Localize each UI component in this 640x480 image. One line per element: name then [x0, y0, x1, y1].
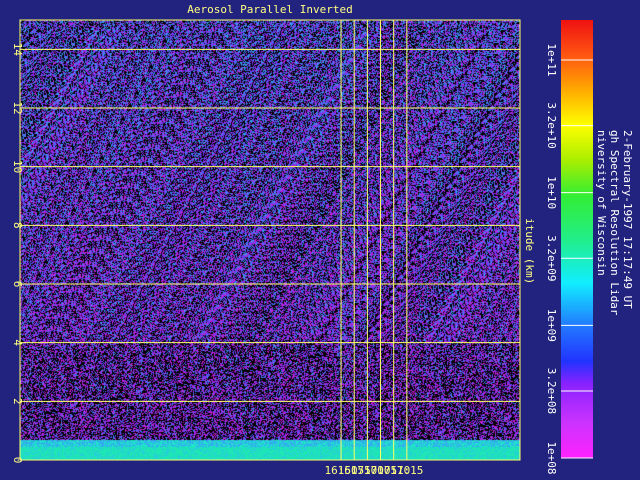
plot-area [19, 19, 521, 461]
y-tick-label: 8 [11, 222, 24, 229]
colorbar-tick-label: 1e+09 [545, 309, 558, 342]
backscatter-image [20, 20, 520, 460]
chart-title: Aerosol Parallel Inverted [187, 3, 353, 16]
x-tick-label: 17:15 [390, 464, 423, 477]
colorbar-gradient [561, 20, 593, 458]
y-tick-label: 10 [11, 160, 24, 173]
y-tick-label: 4 [11, 339, 24, 346]
y-axis-label: itude (km) [523, 218, 536, 284]
colorbar-tick-label: 3.2e+08 [545, 368, 558, 414]
colorbar-tick-label: 3.2e+09 [545, 235, 558, 281]
colorbar-tick-label: 1e+10 [545, 176, 558, 209]
colorbar [561, 20, 593, 458]
y-tick-label: 2 [11, 398, 24, 405]
colorbar-tick-label: 3.2e+10 [545, 102, 558, 148]
side-caption: niversity of Wisconsin gh Spectral Resol… [595, 130, 634, 316]
y-tick-label: 0 [11, 457, 24, 464]
y-tick-label: 12 [11, 101, 24, 114]
side-text-line-3: 2-February-1997 17:17:49 UT [621, 130, 634, 309]
colorbar-tick-label: 1e+08 [545, 441, 558, 474]
y-tick-label: 14 [11, 43, 24, 57]
x-axis-ticks: 16:5016:5517:0017:0517:1017:15 [324, 464, 423, 477]
side-text-line-1: niversity of Wisconsin [595, 130, 608, 276]
colorbar-tick-label: 1e+11 [545, 43, 558, 76]
lidar-figure: Aerosol Parallel Inverted 0 2 4 6 8 10 12 14 16… [11, 3, 634, 477]
y-tick-label: 6 [11, 281, 24, 288]
backscatter-field [20, 20, 520, 460]
side-text-line-2: gh Spectral Resolution Lidar [608, 130, 621, 316]
